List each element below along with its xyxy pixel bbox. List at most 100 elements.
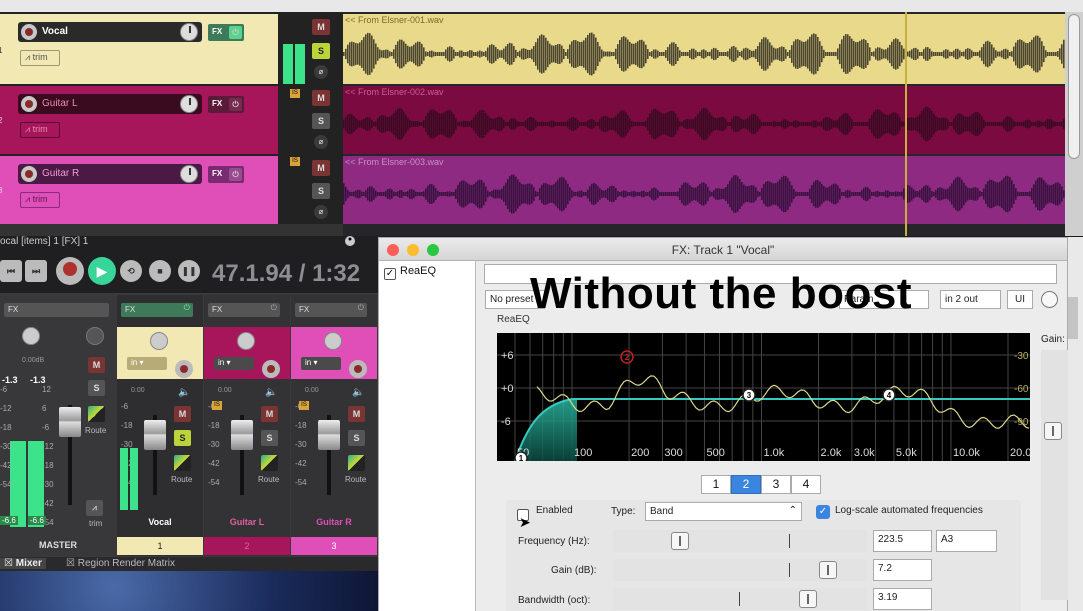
frequency-value-field[interactable]: 223.5 [873, 530, 932, 552]
fx-enable-checkbox[interactable]: ✓ [384, 268, 396, 280]
master-width-knob[interactable] [86, 327, 104, 345]
close-icon[interactable]: ☒ [4, 558, 13, 569]
media-item-guitar-l[interactable]: << From Elsner-002.wav [343, 86, 1065, 154]
media-item-guitar-r[interactable]: << From Elsner-003.wav [343, 156, 1065, 224]
eq-band-node-2[interactable]: 2 [620, 350, 634, 364]
strip-record-arm-button[interactable] [175, 360, 193, 378]
stop-button[interactable]: ■ [149, 260, 171, 282]
record-arm-button[interactable] [21, 24, 37, 40]
wet-knob[interactable] [1041, 291, 1058, 308]
speaker-icon[interactable]: 🔈 [352, 387, 364, 398]
fx-list-item-reaeq[interactable]: ✓ ReaEQ [384, 265, 436, 280]
master-gain-slider[interactable] [1044, 422, 1062, 440]
band-tab-2[interactable]: 2 [731, 475, 761, 494]
eq-band-node-1[interactable]: 1 [514, 451, 528, 461]
input-monitor-badge[interactable]: IS [290, 157, 300, 166]
strip-fader[interactable] [144, 420, 166, 450]
band-tab-4[interactable]: 4 [791, 475, 821, 494]
phase-invert-icon[interactable]: ⌀ [314, 205, 328, 219]
time-display[interactable]: 47.1.94 / 1:32 [212, 260, 360, 288]
skip-end-button[interactable]: ⏭ [25, 260, 47, 282]
strip-solo-button[interactable]: S [261, 430, 278, 446]
automation-trim-button[interactable]: ⩘ trim [20, 192, 60, 208]
master-trim-label[interactable]: trim [89, 519, 102, 528]
volume-knob[interactable] [180, 95, 198, 113]
mute-button[interactable]: M [312, 160, 330, 176]
strip-pan-knob[interactable] [324, 332, 342, 350]
power-icon[interactable]: ⏻ [184, 303, 190, 313]
track-name-field[interactable]: Guitar L [18, 94, 202, 114]
fx-button[interactable]: FX ⏻ [208, 166, 244, 183]
ui-button[interactable]: UI [1007, 290, 1033, 309]
strip-fx-button[interactable]: FX ⏻ [208, 303, 280, 317]
record-arm-button[interactable] [21, 96, 37, 112]
mute-button[interactable]: M [312, 19, 330, 35]
strip-pan-knob[interactable] [150, 332, 168, 350]
frequency-slider-track[interactable] [613, 530, 867, 552]
strip-route-label[interactable]: Route [171, 475, 192, 484]
skip-start-button[interactable]: ⏮ [0, 260, 22, 282]
input-monitor-badge[interactable]: IS [299, 401, 309, 410]
band-tab-1[interactable]: 1 [701, 475, 731, 494]
strip-fader[interactable] [318, 420, 340, 450]
region-render-tab[interactable]: ☒ Region Render Matrix [66, 558, 175, 569]
speaker-icon[interactable]: 🔈 [265, 387, 277, 398]
strip-record-arm-button[interactable] [262, 360, 280, 378]
strip-input-button[interactable]: in ▾ [127, 357, 167, 370]
band-tab-3[interactable]: 3 [761, 475, 791, 494]
strip-pan-knob[interactable] [237, 332, 255, 350]
phase-invert-icon[interactable]: ⌀ [314, 65, 328, 79]
solo-button[interactable]: S [312, 43, 330, 59]
io-button[interactable]: in 2 out [940, 290, 1001, 309]
log-scale-checkbox[interactable]: ✓ [816, 505, 830, 519]
volume-knob[interactable] [180, 165, 198, 183]
strip-fx-button[interactable]: FX ⏻ [121, 303, 193, 317]
strip-solo-button[interactable]: S [348, 430, 365, 446]
power-icon[interactable]: ⏻ [358, 303, 364, 313]
strip-route-label[interactable]: Route [258, 475, 279, 484]
close-icon[interactable]: ● [345, 236, 355, 246]
fx-titlebar[interactable]: FX: Track 1 "Vocal" [379, 238, 1067, 261]
playhead-cursor[interactable] [905, 12, 907, 236]
track-3-panel[interactable]: 3 Guitar R FX ⏻ ⩘ trim [0, 156, 278, 224]
fx-button[interactable]: FX ⏻ [208, 96, 244, 113]
volume-knob[interactable] [180, 23, 198, 41]
phase-invert-icon[interactable]: ⌀ [314, 135, 328, 149]
envelope-icon[interactable]: ⩘ [86, 500, 103, 516]
gain-slider[interactable] [819, 561, 837, 579]
input-monitor-badge[interactable]: IS [290, 89, 300, 98]
input-monitor-badge[interactable]: IS [212, 401, 222, 410]
power-icon[interactable]: ⏻ [229, 26, 242, 39]
strip-mute-button[interactable]: M [261, 406, 278, 422]
route-icon[interactable] [348, 455, 365, 471]
master-mute-button[interactable]: M [88, 357, 105, 373]
track-1-panel[interactable]: 1 Vocal FX ⏻ ⩘ trim [0, 14, 278, 84]
automation-trim-button[interactable]: ⩘ trim [20, 122, 60, 138]
strip-fader[interactable] [231, 420, 253, 450]
power-icon[interactable]: ⏻ [229, 98, 242, 111]
route-icon[interactable] [88, 406, 105, 422]
strip-mute-button[interactable]: M [348, 406, 365, 422]
solo-button[interactable]: S [312, 183, 330, 199]
strip-input-button[interactable]: in ▾ [214, 357, 254, 370]
eq-band-node-3[interactable]: 3 [742, 388, 756, 402]
fx-button[interactable]: FX ⏻ [208, 24, 244, 41]
record-button[interactable] [56, 257, 84, 285]
bandwidth-slider-track[interactable] [613, 588, 867, 610]
bandwidth-value-field[interactable]: 3.19 [873, 588, 932, 610]
master-fader[interactable] [59, 407, 81, 437]
strip-mute-button[interactable]: M [174, 406, 191, 422]
gain-value-field[interactable]: 7.2 [873, 559, 932, 581]
track-2-panel[interactable]: 2 Guitar L FX ⏻ ⩘ trim [0, 86, 278, 154]
power-icon[interactable]: ⏻ [229, 168, 242, 181]
master-gain-slider-track[interactable] [1041, 350, 1069, 600]
bandwidth-slider[interactable] [799, 590, 817, 608]
mute-button[interactable]: M [312, 90, 330, 106]
automation-trim-button[interactable]: ⩘ trim [20, 50, 60, 66]
vertical-scrollbar[interactable] [1065, 12, 1083, 236]
eq-graph[interactable]: +6+0-6-30-60-90501002003005001.0k2.0k3.0… [497, 333, 1030, 461]
master-pan-knob[interactable] [22, 327, 40, 345]
route-icon[interactable] [261, 455, 278, 471]
side-scroll[interactable] [1068, 297, 1078, 339]
strip-input-button[interactable]: in ▾ [301, 357, 341, 370]
